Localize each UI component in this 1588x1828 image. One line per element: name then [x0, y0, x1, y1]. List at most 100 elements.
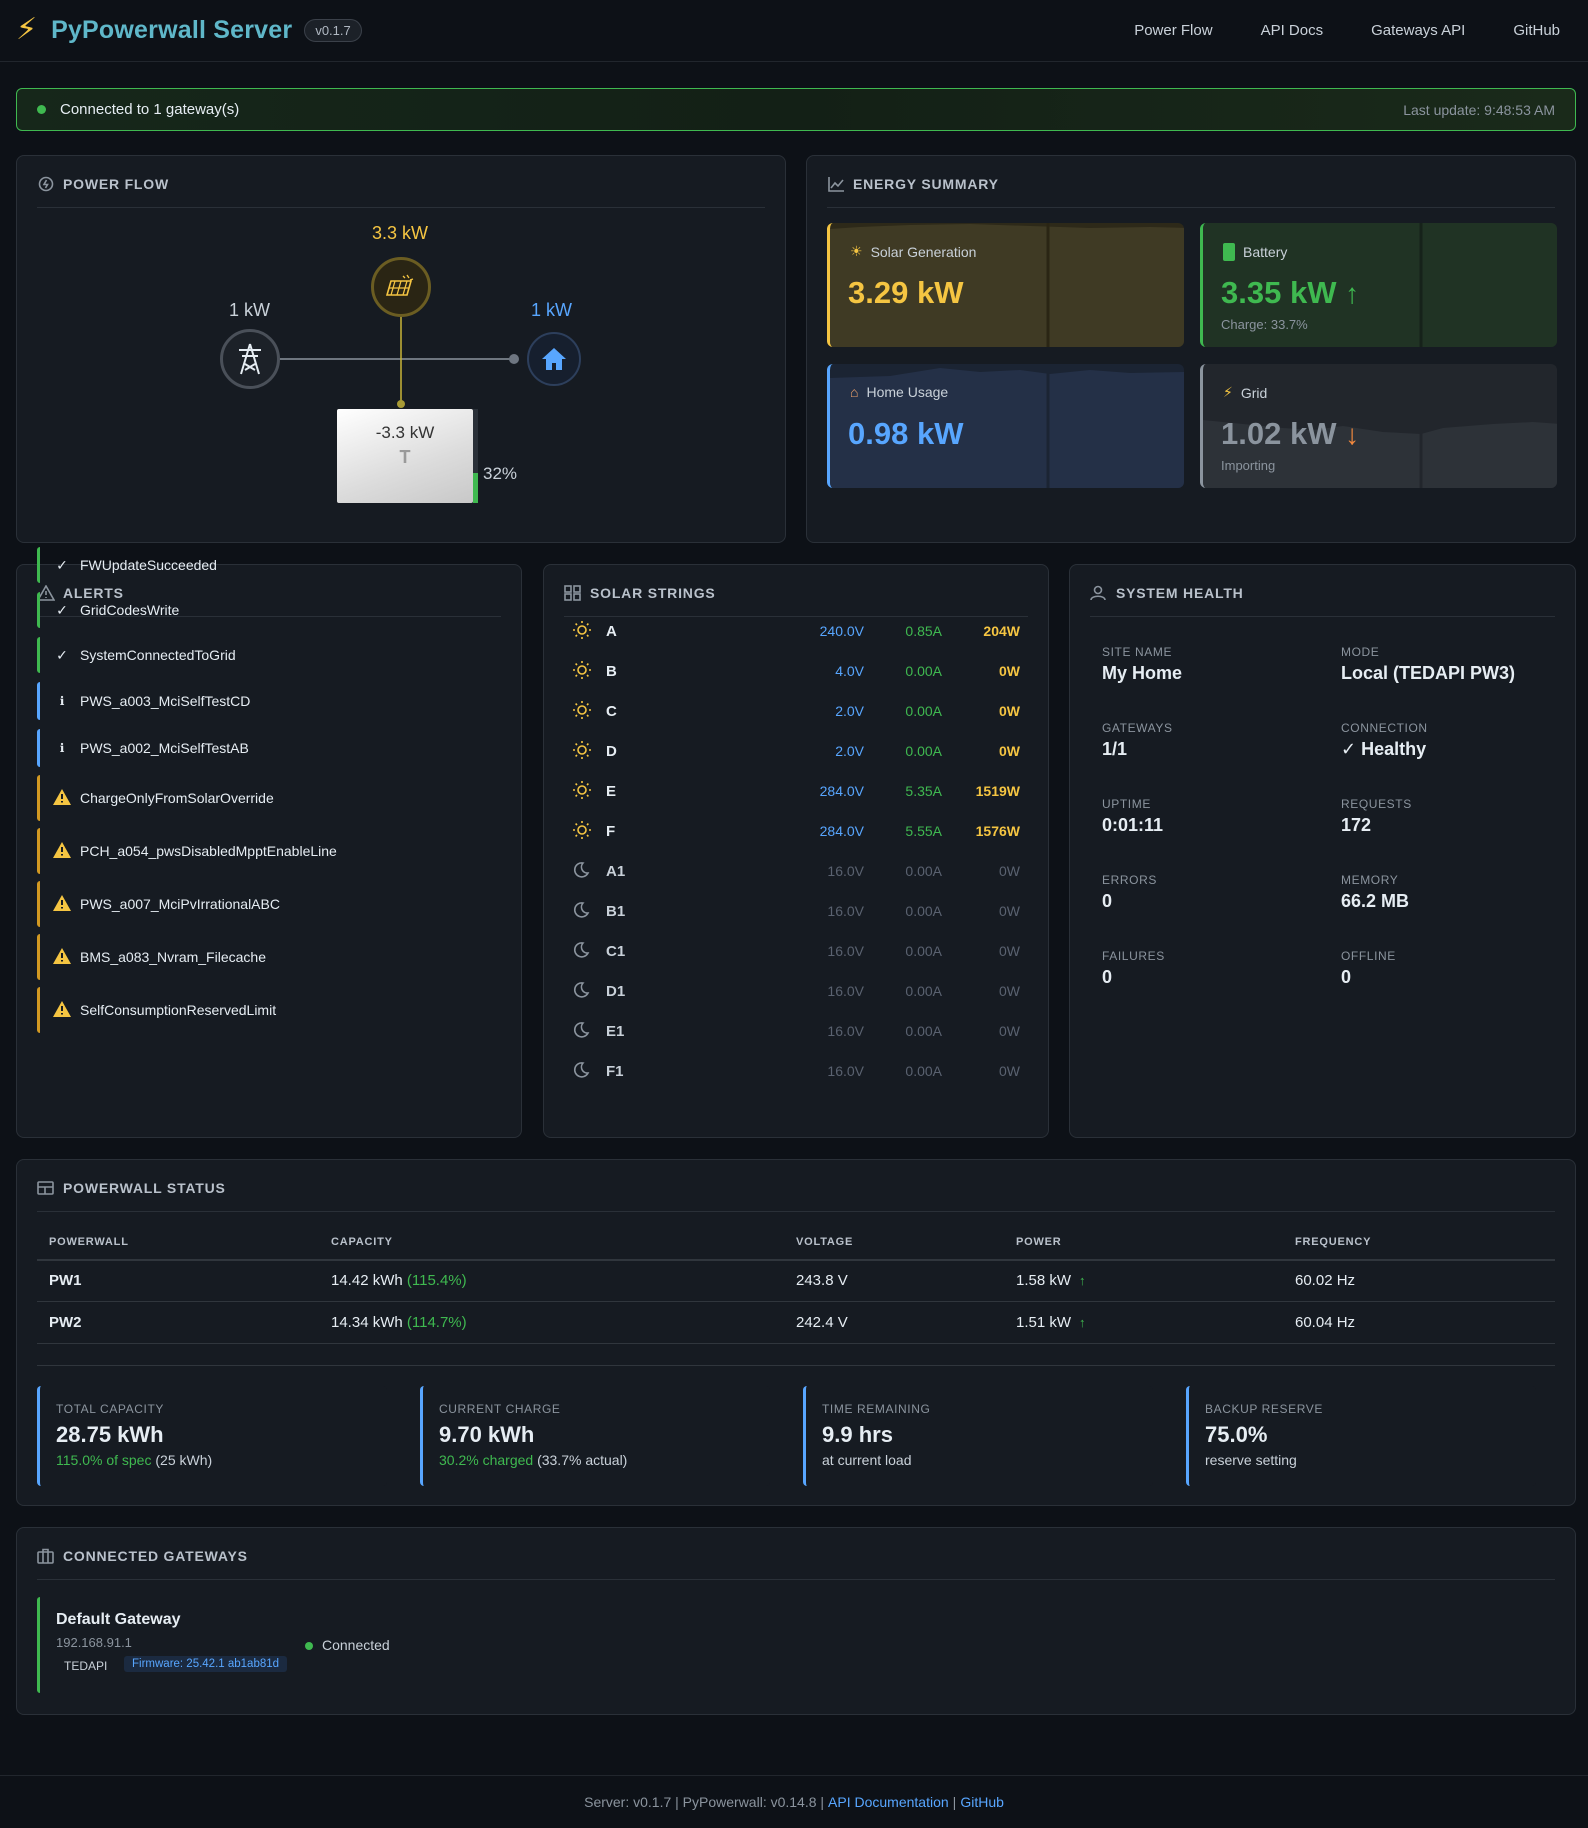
string-current: 5.55A	[905, 823, 942, 839]
alert-name: PWS_a002_MciSelfTestAB	[80, 740, 249, 756]
solar-string-row[interactable]: D1 16.0V 0.00A 0W	[572, 971, 1020, 1011]
string-name: A	[606, 622, 617, 640]
health-stat-label: GATEWAYS	[1102, 721, 1173, 735]
grid-tile-label-text: Grid	[1240, 384, 1268, 401]
battery-tile-value-text: 3.35 kW	[1221, 275, 1337, 310]
solar-tile[interactable]: ☀ Solar Generation 3.29 kW	[827, 223, 1184, 347]
solar-string-row[interactable]: F 284.0V 5.55A 1576W	[572, 811, 1020, 851]
health-stat: UPTIME 0:01:11	[1102, 797, 1163, 836]
battery-node[interactable]: -3.3 kW T	[337, 409, 473, 503]
home-node[interactable]	[527, 332, 581, 386]
battery-tile-label: Battery	[1223, 243, 1287, 261]
footer: Server: v0.1.7 | PyPowerwall: v0.14.8 | …	[0, 1775, 1588, 1828]
health-stat-label: ERRORS	[1102, 873, 1157, 887]
transmission-tower-icon	[239, 343, 261, 375]
power-value: 1.58 kW	[1016, 1272, 1072, 1289]
nav-gateways-api[interactable]: Gateways API	[1371, 22, 1465, 39]
alert-item[interactable]: ✓ FWUpdateSucceeded	[37, 547, 501, 583]
col-capacity: CAPACITY	[331, 1236, 393, 1248]
string-voltage: 284.0V	[819, 783, 864, 799]
solar-string-row[interactable]: E1 16.0V 0.00A 0W	[572, 1011, 1020, 1051]
alert-item[interactable]: ✓ GridCodesWrite	[37, 592, 501, 628]
battery-percent: 32%	[483, 464, 518, 483]
home-tile[interactable]: ⌂ Home Usage 0.98 kW	[827, 364, 1184, 488]
string-voltage: 4.0V	[835, 663, 864, 679]
nav-api-docs[interactable]: API Docs	[1261, 22, 1324, 39]
alert-item[interactable]: PCH_a054_pwsDisabledMpptEnableLine	[37, 828, 501, 874]
gateways-title: CONNECTED GATEWAYS	[37, 1548, 1555, 1580]
string-name: F	[606, 822, 616, 840]
battery-flow-value: -3.3 kW	[375, 423, 435, 442]
alert-name: BMS_a083_Nvram_Filecache	[80, 949, 266, 965]
battery-tile[interactable]: Battery 3.35 kW ↑ Charge: 33.7%	[1200, 223, 1557, 347]
health-stat-value: 0	[1102, 967, 1113, 987]
grid-tile[interactable]: ⚡ Grid 1.02 kW ↓ Importing	[1200, 364, 1557, 488]
solar-node[interactable]	[371, 257, 431, 317]
battery-level-fill	[473, 472, 478, 503]
string-current: 0.00A	[905, 1023, 942, 1039]
health-stat: CONNECTION ✓ Healthy	[1341, 721, 1428, 760]
string-name: D1	[606, 982, 626, 1000]
solar-string-row[interactable]: D 2.0V 0.00A 0W	[572, 731, 1020, 771]
solar-string-row[interactable]: C 2.0V 0.00A 0W	[572, 691, 1020, 731]
alert-item[interactable]: ℹ PWS_a003_MciSelfTestCD	[37, 682, 501, 720]
github-link[interactable]: GitHub	[960, 1794, 1004, 1810]
firmware-badge: Firmware: 25.42.1 ab1ab81d	[124, 1656, 288, 1672]
solar-string-row[interactable]: E 284.0V 5.35A 1519W	[572, 771, 1020, 811]
alert-item[interactable]: ℹ PWS_a002_MciSelfTestAB	[37, 729, 501, 767]
string-power: 1576W	[975, 823, 1020, 839]
chart-icon	[828, 177, 844, 192]
solar-string-row[interactable]: F1 16.0V 0.00A 0W	[572, 1051, 1020, 1091]
solar-string-row[interactable]: B 4.0V 0.00A 0W	[572, 651, 1020, 691]
string-power: 0W	[999, 1023, 1020, 1039]
string-current: 0.00A	[905, 743, 942, 759]
health-stat-label: MODE	[1341, 645, 1380, 659]
gateway-ip: 192.168.91.1	[56, 1635, 132, 1650]
grid-node[interactable]	[220, 329, 280, 389]
solar-strings-title-text: SOLAR STRINGS	[590, 585, 716, 601]
user-icon	[1090, 585, 1106, 601]
gateways-card: CONNECTED GATEWAYS Default Gateway 192.1…	[16, 1527, 1576, 1715]
arrow-up-icon: ↑	[1345, 278, 1360, 309]
string-current: 0.00A	[905, 903, 942, 919]
alert-item[interactable]: SelfConsumptionReservedLimit	[37, 987, 501, 1033]
alert-item[interactable]: ChargeOnlyFromSolarOverride	[37, 775, 501, 821]
solar-tile-label-text: Solar Generation	[870, 243, 977, 260]
string-current: 0.00A	[905, 983, 942, 999]
last-update: Last update: 9:48:53 AM	[1403, 101, 1555, 118]
string-voltage: 16.0V	[827, 983, 864, 999]
table-row[interactable]: PW1 14.42 kWh (115.4%) 243.8 V 1.58 kW ↑ 60.0…	[37, 1260, 1555, 1302]
system-health-card: SYSTEM HEALTH SITE NAME My Home MODE Local …	[1069, 564, 1576, 1138]
string-power: 0W	[999, 983, 1020, 999]
table-row[interactable]: PW2 14.34 kWh (114.7%) 242.4 V 1.51 kW ↑ 60.0…	[37, 1302, 1555, 1344]
solar-panel-icon	[385, 274, 414, 296]
string-power: 0W	[999, 863, 1020, 879]
alert-item[interactable]: PWS_a007_MciPvIrrationalABC	[37, 881, 501, 927]
api-documentation-link[interactable]: API Documentation	[828, 1794, 949, 1810]
health-stat: REQUESTS 172	[1341, 797, 1412, 836]
brand-title[interactable]: PyPowerwall Server	[51, 16, 292, 45]
alert-item[interactable]: ✓ SystemConnectedToGrid	[37, 637, 501, 673]
home-tile-value: 0.98 kW	[848, 416, 964, 451]
stat-value: 9.9 hrs	[822, 1422, 893, 1447]
sun-icon	[572, 820, 594, 843]
alert-name: PCH_a054_pwsDisabledMpptEnableLine	[80, 843, 337, 859]
energy-summary-title-text: ENERGY SUMMARY	[853, 176, 999, 192]
nav-power-flow[interactable]: Power Flow	[1134, 22, 1212, 39]
nav-github[interactable]: GitHub	[1513, 22, 1560, 39]
solar-string-row[interactable]: A1 16.0V 0.00A 0W	[572, 851, 1020, 891]
string-current: 0.00A	[905, 863, 942, 879]
gateway-item[interactable]: Default Gateway 192.168.91.1 TEDAPI Firm…	[37, 1597, 437, 1693]
powerwall-voltage: 242.4 V	[796, 1314, 848, 1331]
string-power: 0W	[999, 1063, 1020, 1079]
alert-item[interactable]: BMS_a083_Nvram_Filecache	[37, 934, 501, 980]
powerwall-frequency: 60.02 Hz	[1295, 1272, 1356, 1289]
solar-string-row[interactable]: B1 16.0V 0.00A 0W	[572, 891, 1020, 931]
solar-tile-label: ☀ Solar Generation	[850, 243, 976, 260]
solar-string-row[interactable]: C1 16.0V 0.00A 0W	[572, 931, 1020, 971]
string-current: 0.00A	[905, 663, 942, 679]
solar-string-row[interactable]: A 240.0V 0.85A 204W	[572, 611, 1020, 651]
capacity-value: 14.34 kWh	[331, 1314, 403, 1331]
powerwall-name: PW1	[49, 1272, 82, 1289]
alert-name: PWS_a007_MciPvIrrationalABC	[80, 896, 280, 912]
